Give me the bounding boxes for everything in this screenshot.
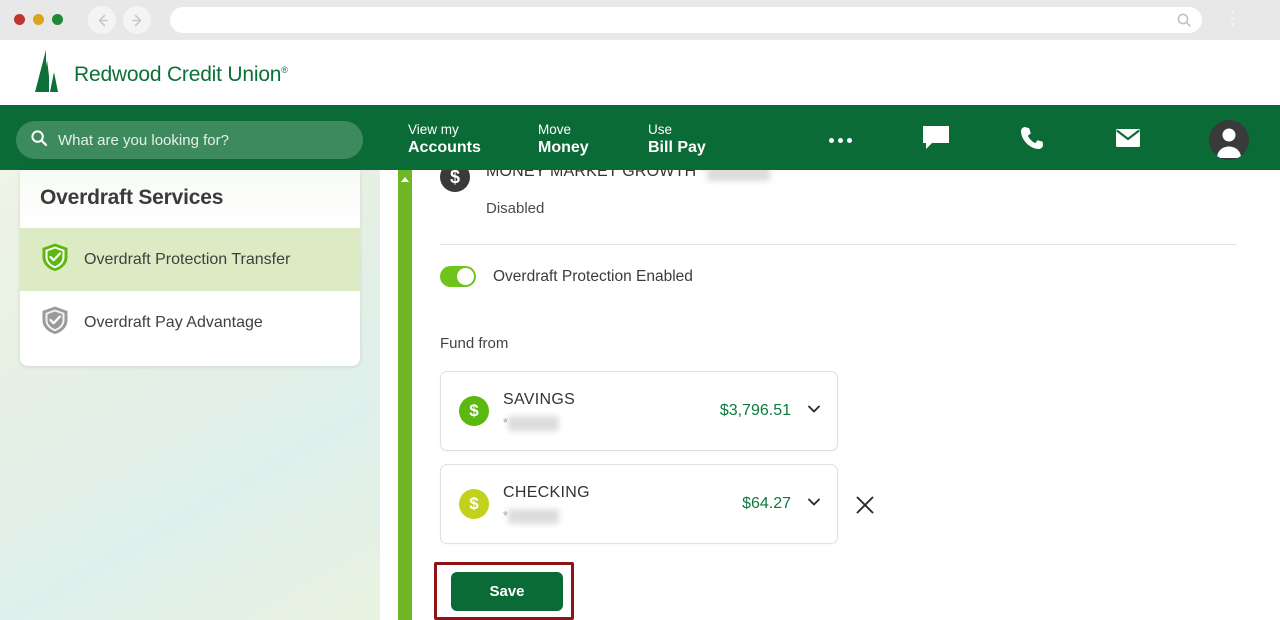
browser-chrome xyxy=(0,0,1280,40)
overdraft-protection-toggle-row[interactable]: Overdraft Protection Enabled xyxy=(440,266,693,287)
site-header: Redwood Credit Union® xyxy=(0,40,1280,105)
browser-menu-button[interactable] xyxy=(1230,11,1234,26)
chevron-down-icon[interactable] xyxy=(805,493,823,516)
window-traffic-lights xyxy=(14,14,63,25)
main-content: $ MONEY MARKET GROWTH *redacted Disabled… xyxy=(412,170,1280,620)
money-market-account-row[interactable]: $ MONEY MARKET GROWTH *redacted Disabled xyxy=(440,170,770,217)
toggle-knob xyxy=(457,268,474,285)
page-body: Overdraft Services Overdraft Protection … xyxy=(0,170,1280,620)
save-button[interactable]: Save xyxy=(451,572,563,611)
search-icon xyxy=(1176,12,1192,33)
left-pane: Overdraft Services Overdraft Protection … xyxy=(0,170,380,620)
money-market-masked-number: redacted xyxy=(707,170,770,181)
chat-icon xyxy=(921,124,951,157)
kebab-dot xyxy=(1230,17,1234,20)
mail-icon xyxy=(1114,126,1142,155)
call-button[interactable] xyxy=(1014,122,1050,158)
chevron-down-icon[interactable] xyxy=(805,400,823,423)
remove-checking-account-button[interactable] xyxy=(854,494,876,516)
sidebar-item-label: Overdraft Protection Transfer xyxy=(84,250,291,268)
dollar-coin-icon: $ xyxy=(459,396,489,426)
redwood-tree-logo-icon xyxy=(32,48,64,101)
overdraft-protection-toggle-label: Overdraft Protection Enabled xyxy=(493,267,693,285)
profile-icon xyxy=(1209,120,1249,160)
minimize-window-button[interactable] xyxy=(33,14,44,25)
fund-account-card-checking[interactable]: $ CHECKING *redacted $64.27 xyxy=(440,464,838,544)
dollar-coin-icon: $ xyxy=(440,170,470,192)
brand-logo-link[interactable]: Redwood Credit Union® xyxy=(32,48,288,101)
nav-link-billpay-line2: Bill Pay xyxy=(648,139,706,157)
nav-link-money-line2: Money xyxy=(538,139,589,157)
maximize-window-button[interactable] xyxy=(52,14,63,25)
scroll-up-arrow-icon[interactable] xyxy=(401,177,409,182)
savings-account-name: SAVINGS xyxy=(503,390,576,408)
sidebar-item-overdraft-pay-advantage[interactable]: Overdraft Pay Advantage xyxy=(20,291,360,366)
fund-from-label: Fund from xyxy=(440,335,509,352)
url-bar[interactable] xyxy=(170,7,1202,33)
overdraft-services-sidebar: Overdraft Services Overdraft Protection … xyxy=(20,170,360,366)
arrow-left-icon xyxy=(94,12,111,29)
savings-account-balance: $3,796.51 xyxy=(719,402,791,419)
nav-link-billpay-line1: Use xyxy=(648,122,673,137)
money-market-account-name: MONEY MARKET GROWTH xyxy=(486,170,697,181)
checking-masked-number: redacted xyxy=(508,509,559,525)
checking-account-number: *redacted xyxy=(503,508,742,525)
dollar-coin-icon: $ xyxy=(459,489,489,519)
nav-link-move-money[interactable]: Move Money xyxy=(538,121,589,159)
page-title: Overdraft Services xyxy=(40,186,224,209)
kebab-dot xyxy=(1230,11,1234,14)
sidebar-item-label: Overdraft Pay Advantage xyxy=(84,313,263,331)
more-menu-button[interactable] xyxy=(822,122,858,158)
overdraft-protection-toggle[interactable] xyxy=(440,266,476,287)
scrollbar-thumb[interactable] xyxy=(398,170,412,620)
arrow-right-icon xyxy=(129,12,146,29)
savings-account-number: *redacted xyxy=(503,415,720,432)
brand-name: Redwood Credit Union® xyxy=(74,62,288,86)
fund-account-card-savings[interactable]: $ SAVINGS *redacted $3,796.51 xyxy=(440,371,838,451)
nav-link-accounts[interactable]: View my Accounts xyxy=(408,121,481,159)
chat-button[interactable] xyxy=(918,122,954,158)
search-input[interactable]: What are you looking for? xyxy=(16,121,363,159)
checking-account-balance: $64.27 xyxy=(742,495,791,512)
nav-link-accounts-line2: Accounts xyxy=(408,139,481,157)
shield-check-icon xyxy=(40,242,70,277)
sidebar-item-overdraft-protection-transfer[interactable]: Overdraft Protection Transfer xyxy=(20,228,360,291)
browser-forward-button[interactable] xyxy=(123,6,151,34)
money-market-status: Disabled xyxy=(486,200,545,218)
section-divider xyxy=(440,244,1237,245)
brand-trademark: ® xyxy=(281,64,288,75)
search-placeholder-text: What are you looking for? xyxy=(58,131,229,149)
sidebar-header: Overdraft Services xyxy=(20,170,360,228)
profile-button[interactable] xyxy=(1209,120,1249,160)
messages-button[interactable] xyxy=(1110,122,1146,158)
close-x-icon xyxy=(854,496,876,520)
more-icon xyxy=(828,137,852,143)
shield-check-icon xyxy=(40,305,70,340)
kebab-dot xyxy=(1230,23,1234,26)
phone-icon xyxy=(1018,124,1046,157)
nav-link-accounts-line1: View my xyxy=(408,122,459,137)
nav-link-bill-pay[interactable]: Use Bill Pay xyxy=(648,121,706,159)
nav-link-money-line1: Move xyxy=(538,122,572,137)
search-icon xyxy=(30,129,48,152)
savings-masked-number: redacted xyxy=(508,416,559,432)
browser-back-button[interactable] xyxy=(88,6,116,34)
close-window-button[interactable] xyxy=(14,14,25,25)
page-scrollbar[interactable] xyxy=(398,170,412,620)
checking-account-name: CHECKING xyxy=(503,483,590,501)
